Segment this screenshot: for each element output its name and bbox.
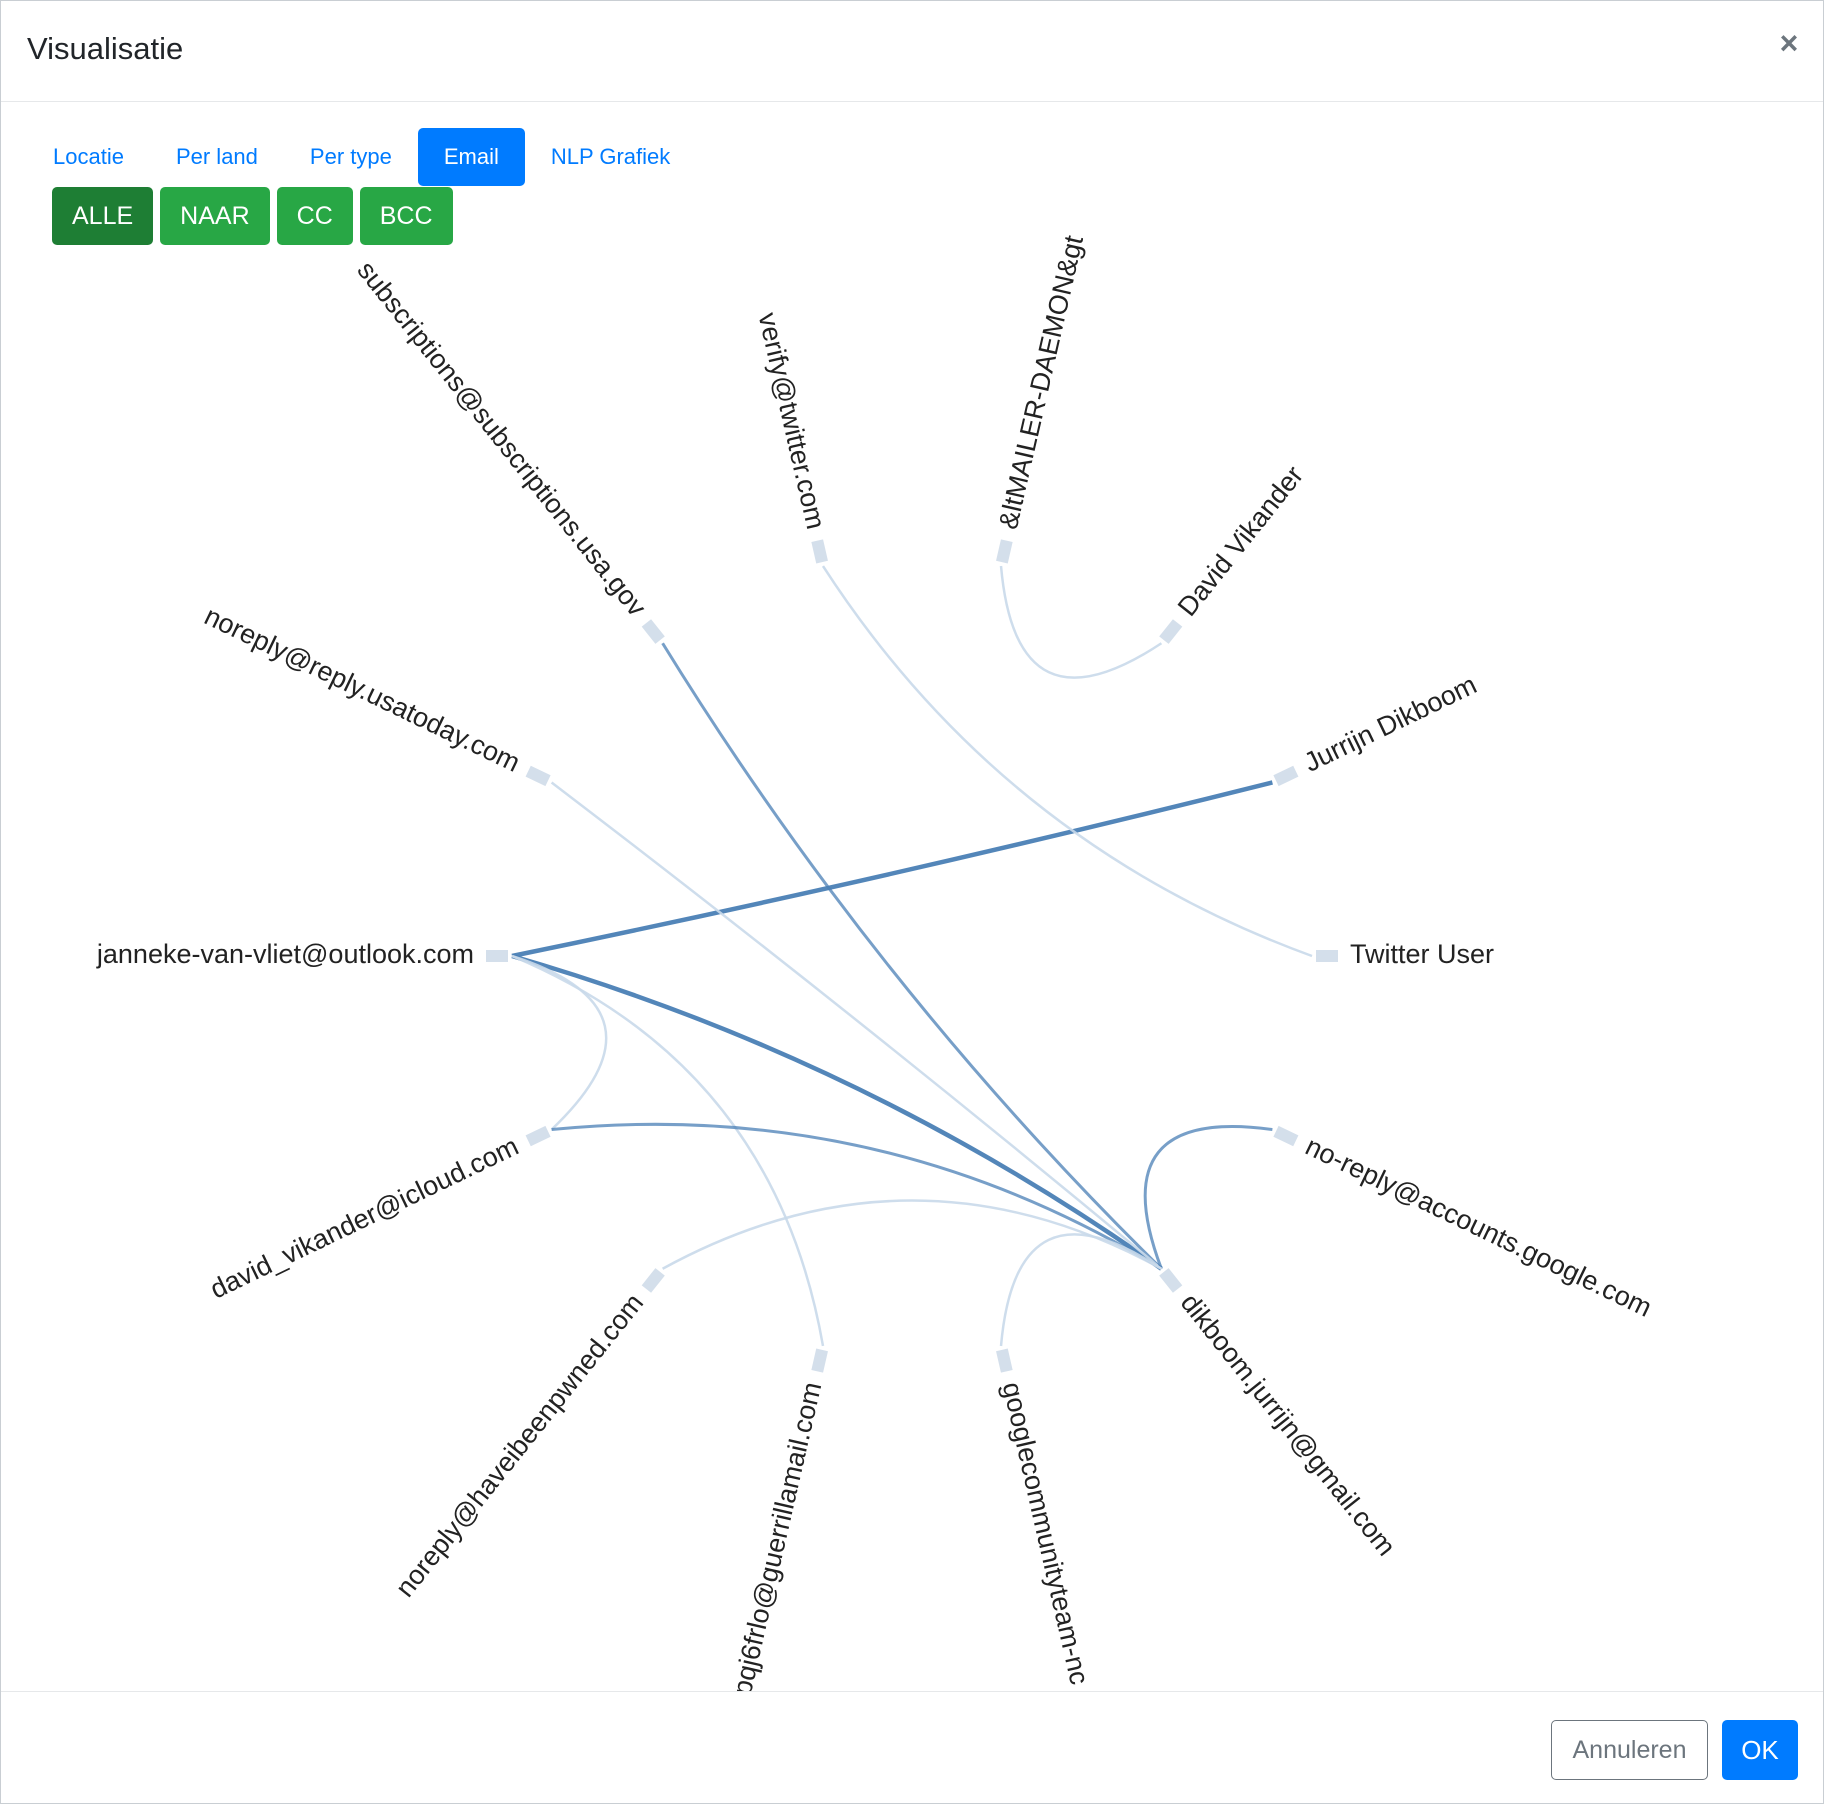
node-11[interactable]: &ltMAILER-DAEMON&gt [993,232,1089,564]
email-link [550,781,1163,1270]
node-3[interactable]: googlecommunityteam-nc [996,1348,1095,1687]
node-marker [811,539,828,564]
node-marker [1273,765,1299,787]
node-label: janneke-van-vliet@outlook.com [96,939,474,969]
node-label: david_vikander@icloud.com [205,1131,523,1305]
node-label: googlecommunityteam-nc [997,1379,1095,1687]
node-label: &ltMAILER-DAEMON&gt [993,232,1089,532]
node-marker [996,1348,1013,1373]
node-4[interactable]: pqj6frlo@guerrillamail.com [727,1348,828,1691]
node-label: verify@twitter.com [753,310,831,532]
node-7[interactable]: janneke-van-vliet@outlook.com [96,939,508,969]
node-marker [1159,1268,1183,1293]
node-marker [641,1268,665,1293]
node-label: pqj6frlo@guerrillamail.com [727,1379,827,1691]
modal-footer: Annuleren OK [1,1691,1823,1804]
node-10[interactable]: verify@twitter.com [753,310,831,564]
node-12[interactable]: David Vikander [1159,460,1309,644]
node-13[interactable]: Jurrijn Dikboom [1273,669,1481,787]
visualisation-modal: Visualisatie × Locatie Per land Per type… [0,0,1824,1804]
email-link [999,565,1163,679]
node-marker [525,1125,551,1147]
node-6[interactable]: david_vikander@icloud.com [205,1125,551,1305]
email-link [1143,1125,1273,1270]
node-label: noreply@reply.usatoday.com [200,601,525,778]
email-link [551,1122,1163,1271]
node-marker [811,1348,828,1373]
node-label: David Vikander [1172,460,1309,621]
node-marker [641,619,665,644]
node-label: dikboom.jurrijn@gmail.com [1175,1288,1402,1562]
node-1[interactable]: no-reply@accounts.google.com [1273,1125,1656,1323]
node-2[interactable]: dikboom.jurrijn@gmail.com [1159,1268,1402,1562]
node-marker [1273,1125,1299,1147]
node-label: Jurrijn Dikboom [1299,669,1481,777]
email-link [821,565,1313,958]
node-label: subscriptions@subscriptions.usa.gov [351,255,652,622]
node-marker [1159,619,1183,644]
node-label: Twitter User [1350,939,1494,969]
node-marker [525,765,551,787]
node-0[interactable]: Twitter User [1316,939,1494,969]
email-link [511,954,825,1347]
node-9[interactable]: subscriptions@subscriptions.usa.gov [351,255,665,644]
email-link [661,642,1163,1270]
cancel-button[interactable]: Annuleren [1551,1720,1708,1780]
node-8[interactable]: noreply@reply.usatoday.com [200,601,551,787]
node-marker [996,539,1013,564]
node-label: noreply@haveibeenpwned.com [390,1288,650,1603]
node-label: no-reply@accounts.google.com [1301,1131,1656,1323]
node-5[interactable]: noreply@haveibeenpwned.com [390,1268,665,1603]
email-network-chart: Twitter User no-reply@accounts.google.com… [96,232,1657,1691]
email-link [511,780,1273,959]
ok-button[interactable]: OK [1722,1720,1798,1780]
